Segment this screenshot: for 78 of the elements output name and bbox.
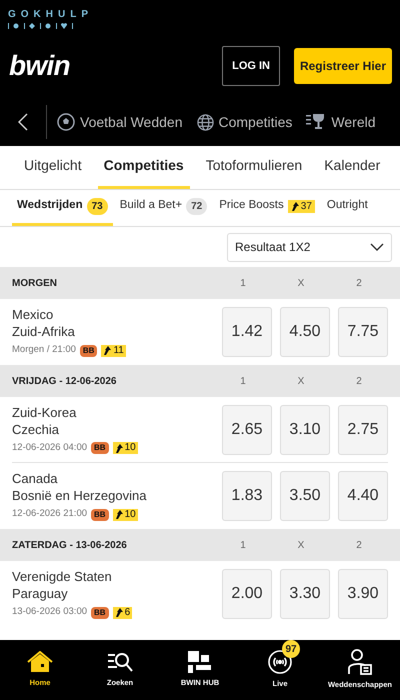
odds-button[interactable]: 2.65	[222, 404, 272, 454]
subtab[interactable]: Build a Bet+ 72	[114, 190, 212, 226]
sport-nav-link[interactable]: Voetbal Wedden	[57, 112, 182, 132]
odds-button[interactable]: 1.42	[222, 307, 272, 357]
subtab[interactable]: Wedstrijden 73	[12, 190, 113, 226]
column-label: 2	[355, 538, 363, 552]
count-badge: 72	[186, 198, 208, 214]
section-title: ZATERDAG - 13-06-2026	[12, 538, 128, 552]
team-name[interactable]: Bosnië en Herzegovina	[12, 487, 222, 504]
search-icon	[107, 651, 133, 674]
boost-arrow-icon	[114, 608, 123, 617]
bet-builder-badge: BB	[80, 344, 98, 356]
team-name[interactable]: Mexico	[12, 306, 222, 324]
odds-button[interactable]: 2.00	[222, 569, 272, 619]
boost-badge: 37	[288, 200, 315, 212]
bet-builder-badge: BB	[91, 508, 109, 520]
market-dropdown[interactable]: Resultaat 1X2	[227, 232, 392, 262]
bet-builder-badge: BB	[91, 442, 109, 454]
column-label: X	[296, 276, 306, 290]
odds-button[interactable]: 2.75	[338, 404, 388, 454]
section-title: MORGEN	[12, 276, 58, 290]
team-name[interactable]: Zuid-Afrika	[12, 323, 222, 340]
login-button[interactable]: LOG IN	[222, 46, 280, 86]
boost-arrow-icon	[114, 510, 123, 519]
odds-button[interactable]: 7.75	[338, 307, 388, 357]
column-label: X	[296, 374, 306, 388]
sport-nav-link[interactable]: Wereld	[306, 112, 376, 132]
odds-button[interactable]: 4.40	[338, 471, 388, 521]
boost-badge: 11	[101, 344, 126, 356]
column-label: X	[296, 538, 306, 552]
subtab[interactable]: Price Boosts 37	[214, 190, 320, 226]
subtab[interactable]: Outright	[322, 190, 373, 226]
match-time: 12-06-2026 21:00	[12, 507, 88, 522]
match-time: Morgen / 21:00	[12, 343, 76, 358]
boost-arrow-icon	[103, 346, 112, 355]
team-name[interactable]: Paraguay	[12, 585, 222, 602]
trophy-icon	[306, 113, 326, 131]
match-time: 12-06-2026 04:00	[12, 440, 88, 455]
brand-title: GOKHULP	[8, 8, 93, 22]
section-title: VRIJDAG - 12-06-2026	[12, 374, 118, 388]
tab[interactable]: Totoformulieren	[200, 146, 308, 189]
team-name[interactable]: Czechia	[12, 420, 222, 438]
odds-button[interactable]: 1.83	[222, 471, 272, 521]
sport-nav-link[interactable]: Competities	[196, 112, 292, 132]
logo[interactable]: bwin	[9, 45, 70, 87]
column-label: 1	[239, 276, 247, 290]
boost-badge: 10	[112, 442, 138, 454]
boost-badge: 10	[112, 508, 138, 520]
column-label: 1	[239, 538, 247, 552]
back-icon[interactable]	[18, 113, 28, 131]
column-label: 2	[355, 374, 363, 388]
odds-button[interactable]: 4.50	[280, 307, 330, 357]
match-time: 13-06-2026 03:00	[12, 605, 88, 620]
boost-arrow-icon	[290, 202, 299, 210]
team-name[interactable]: Canada	[12, 470, 222, 488]
column-label: 1	[239, 374, 247, 388]
odds-button[interactable]: 3.10	[280, 404, 330, 454]
globe-icon	[196, 114, 214, 130]
column-label: 2	[355, 276, 363, 290]
account-bets-icon	[348, 649, 372, 676]
football-icon	[57, 113, 75, 131]
odds-button[interactable]: 3.50	[280, 471, 330, 521]
odds-button[interactable]: 3.90	[338, 569, 388, 619]
hub-icon	[188, 651, 212, 674]
team-name[interactable]: Zuid-Korea	[12, 404, 222, 421]
live-count-badge: 97	[282, 640, 300, 658]
odds-button[interactable]: 3.30	[280, 569, 330, 619]
boost-arrow-icon	[114, 444, 123, 452]
bet-builder-badge: BB	[91, 606, 109, 618]
team-name[interactable]: Verenigde Staten	[12, 568, 222, 586]
tab[interactable]: Competities	[98, 146, 190, 189]
register-button[interactable]: Registreer Hier	[294, 48, 392, 84]
chevron-down-icon	[370, 243, 384, 251]
tab[interactable]: Uitgelicht	[18, 146, 88, 189]
home-icon	[27, 651, 53, 674]
boost-badge: 6	[112, 606, 132, 618]
tab[interactable]: Kalender	[318, 146, 386, 189]
count-badge: 73	[86, 198, 108, 214]
